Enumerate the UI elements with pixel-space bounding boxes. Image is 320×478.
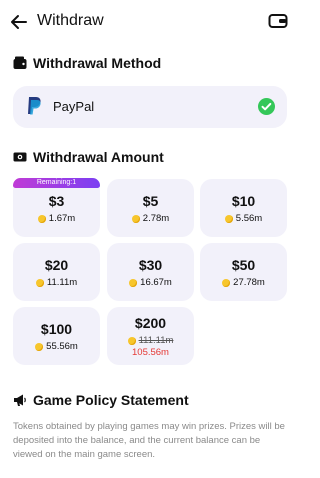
amount-label: $50	[231, 257, 256, 273]
amount-option-10[interactable]: $10 5.56m	[200, 179, 287, 237]
withdrawal-amount-title: Withdrawal Amount	[33, 149, 164, 165]
policy-title: Game Policy Statement	[33, 392, 189, 408]
paypal-method-card[interactable]: PayPal	[13, 86, 287, 128]
wallet-icon[interactable]	[268, 12, 288, 30]
withdrawal-method-heading: Withdrawal Method	[13, 55, 161, 71]
coin-icon	[37, 214, 46, 223]
coin-cost: 2.78m	[107, 213, 194, 224]
coin-cost: 5.56m	[200, 213, 287, 224]
policy-heading: Game Policy Statement	[13, 392, 189, 408]
cash-icon	[13, 150, 27, 164]
coin-cost: 16.67m	[107, 277, 194, 288]
top-bar: Withdraw	[0, 0, 300, 44]
back-arrow-icon[interactable]	[8, 11, 30, 33]
amount-grid: Remaining:1 $3 1.67m $5 2.78m $10 5.56m …	[13, 178, 287, 369]
amount-label: $200	[134, 315, 167, 331]
method-name: PayPal	[53, 99, 95, 114]
policy-text: Tokens obtained by playing games may win…	[13, 421, 285, 460]
coin-cost: 111.11m	[107, 335, 194, 346]
coin-icon	[127, 336, 136, 345]
amount-label: $10	[231, 193, 256, 209]
selected-check-icon	[258, 98, 275, 115]
withdrawal-method-title: Withdrawal Method	[33, 55, 162, 71]
amount-option-5[interactable]: $5 2.78m	[107, 179, 194, 237]
amount-label: $5	[142, 193, 159, 209]
amount-option-200[interactable]: $200 111.11m 105.56m	[107, 307, 194, 365]
amount-option-3[interactable]: Remaining:1 $3 1.67m	[13, 178, 100, 237]
page-title: Withdraw	[37, 12, 104, 29]
megaphone-icon	[13, 393, 27, 407]
coin-cost: 11.11m	[13, 277, 100, 288]
coin-icon	[129, 278, 138, 287]
coin-value: 11.11m	[46, 277, 78, 288]
coin-value: 55.56m	[46, 341, 78, 352]
amount-option-100[interactable]: $100 55.56m	[13, 307, 100, 365]
amount-option-20[interactable]: $20 11.11m	[13, 243, 100, 301]
coin-value: 2.78m	[142, 213, 170, 224]
paypal-logo-icon	[26, 96, 42, 116]
coin-value: 27.78m	[233, 277, 265, 288]
coin-value: 5.56m	[235, 213, 263, 224]
original-coin-value: 111.11m	[138, 335, 174, 346]
amount-option-50[interactable]: $50 27.78m	[200, 243, 287, 301]
coin-icon	[131, 214, 140, 223]
coin-icon	[224, 214, 233, 223]
coin-icon	[35, 342, 44, 351]
withdrawal-amount-heading: Withdrawal Amount	[13, 149, 164, 165]
amount-label: $100	[40, 321, 73, 337]
remaining-badge: Remaining:1	[13, 178, 100, 188]
coin-cost: 27.78m	[200, 277, 287, 288]
coin-cost: 1.67m	[13, 213, 100, 224]
coin-cost: 55.56m	[13, 341, 100, 352]
amount-label: $3	[48, 193, 65, 209]
coin-icon	[35, 278, 44, 287]
coin-value: 1.67m	[48, 213, 76, 224]
amount-option-30[interactable]: $30 16.67m	[107, 243, 194, 301]
coin-value: 16.67m	[140, 277, 172, 288]
wallet-small-icon	[13, 56, 27, 70]
amount-label: $30	[138, 257, 163, 273]
coin-icon	[222, 278, 231, 287]
sale-coin-value: 105.56m	[132, 347, 169, 358]
amount-label: $20	[44, 257, 69, 273]
